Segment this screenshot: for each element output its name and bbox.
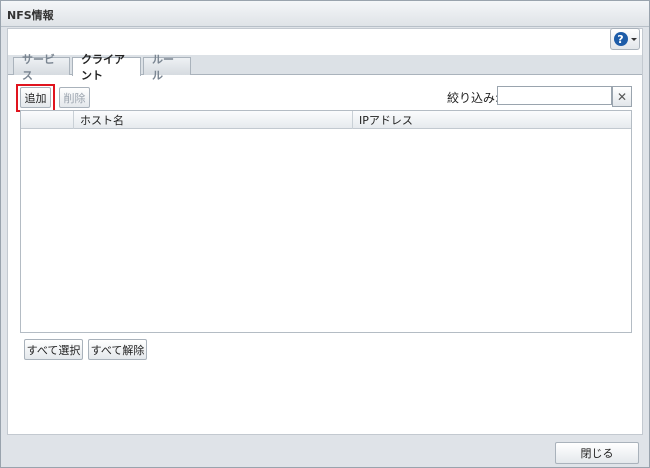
tab-rule[interactable]: ルール	[143, 53, 191, 82]
column-header-select[interactable]	[21, 111, 73, 129]
client-grid: ホスト名 IPアドレス	[20, 110, 632, 333]
nfs-info-dialog: NFS情報 ? サービス クライアント ルール 追加 削除 絞り込み: ✕ ホス…	[0, 0, 650, 468]
dialog-title: NFS情報	[7, 9, 54, 22]
delete-button[interactable]: 削除	[59, 87, 90, 108]
deselect-all-button[interactable]: すべて解除	[88, 339, 147, 360]
column-header-hostname[interactable]: ホスト名	[73, 111, 352, 129]
filter-label: 絞り込み:	[447, 91, 500, 105]
title-bar: NFS情報	[1, 1, 649, 27]
column-header-ip-address[interactable]: IPアドレス	[352, 111, 631, 129]
clear-filter-button[interactable]: ✕	[612, 86, 632, 107]
tab-service[interactable]: サービス	[13, 53, 70, 82]
chevron-down-icon	[630, 37, 637, 41]
add-button[interactable]: 追加	[20, 87, 51, 108]
tab-client[interactable]: クライアント	[72, 53, 141, 82]
select-all-button[interactable]: すべて選択	[24, 339, 83, 360]
help-button[interactable]: ?	[610, 28, 640, 50]
grid-header: ホスト名 IPアドレス	[21, 111, 631, 129]
help-icon: ?	[613, 32, 628, 46]
close-icon: ✕	[616, 89, 628, 104]
filter-input[interactable]	[497, 86, 612, 105]
close-button[interactable]: 閉じる	[555, 442, 639, 464]
